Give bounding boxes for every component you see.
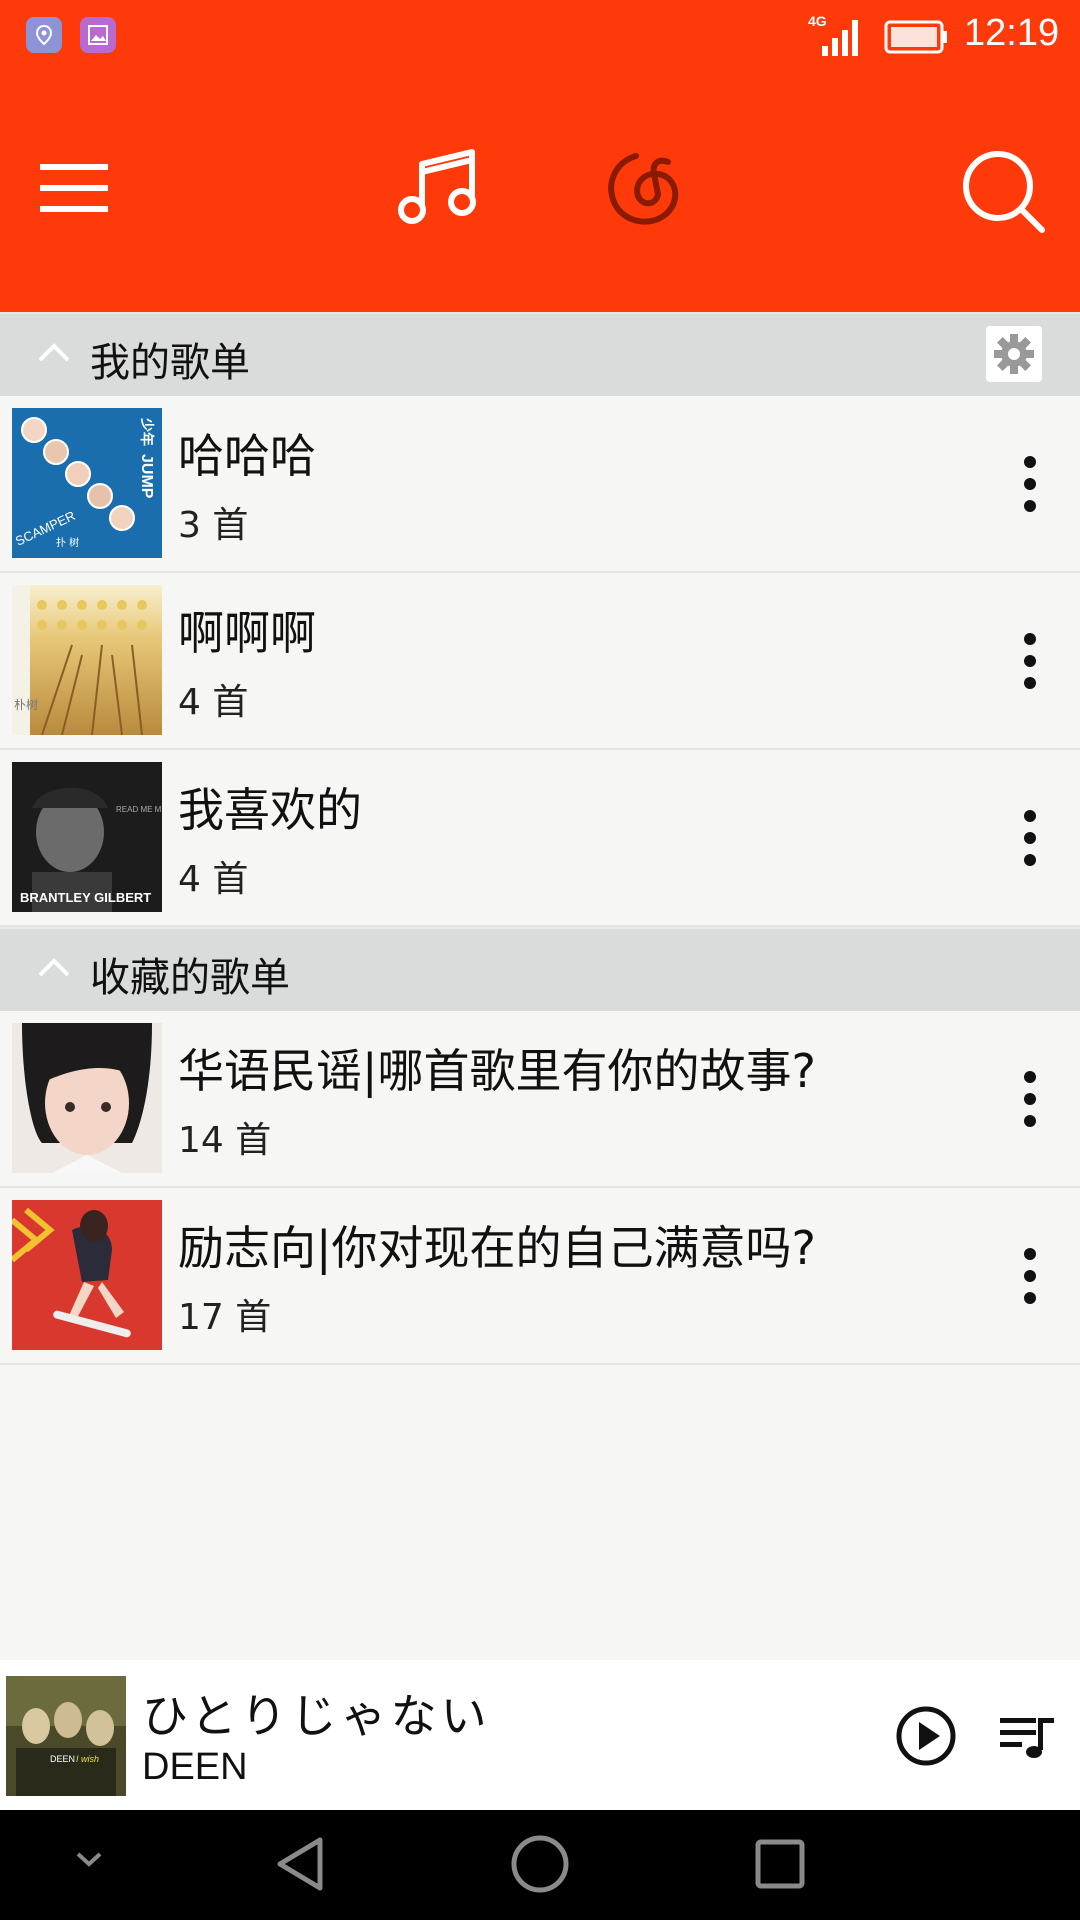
section-title: 我的歌单: [90, 340, 250, 386]
svg-text:I wish: I wish: [76, 1754, 99, 1764]
gallery-app-icon: [80, 17, 116, 53]
status-bar: 4G 12:19: [0, 0, 1080, 72]
location-app-icon: [26, 17, 62, 53]
play-icon: [896, 1706, 956, 1766]
playlist-cover: 少年 JUMP SCAMPER 扑 树: [12, 408, 162, 558]
playlist-cover: [12, 1023, 162, 1173]
recents-icon: [755, 1839, 805, 1889]
svg-text:JUMP: JUMP: [138, 454, 155, 499]
chevron-up-icon: [38, 958, 70, 977]
more-options-button[interactable]: [1014, 798, 1050, 878]
more-options-button[interactable]: [1014, 1236, 1050, 1316]
network-type-label: 4G: [808, 13, 827, 29]
collapse-button[interactable]: [72, 1848, 106, 1876]
now-playing-cover: DEEN I wish: [6, 1676, 126, 1796]
svg-text:少年: 少年: [138, 417, 155, 446]
search-icon: [963, 151, 1045, 233]
section-title: 收藏的歌单: [90, 955, 290, 1001]
now-playing-artist: DEEN: [142, 1746, 248, 1788]
menu-button[interactable]: [28, 148, 124, 228]
menu-icon: [40, 164, 108, 212]
queue-music-icon: [1000, 1718, 1054, 1758]
home-button[interactable]: [510, 1834, 570, 1898]
music-note-icon: [398, 149, 476, 224]
playlist-name: 励志向|你对现在的自己满意吗?: [178, 1221, 816, 1275]
playlist-count: 17 首: [178, 1297, 272, 1338]
svg-text:BRANTLEY GILBERT: BRANTLEY GILBERT: [20, 890, 151, 905]
status-time: 12:19: [964, 12, 1060, 54]
section-header-my-playlists[interactable]: 我的歌单: [0, 312, 1080, 396]
playlist-settings-button[interactable]: [986, 326, 1042, 382]
section-header-collected-playlists[interactable]: 收藏的歌单: [0, 927, 1080, 1011]
playlist-row[interactable]: 朴树 啊啊啊 4 首: [0, 573, 1080, 750]
svg-text:DEEN: DEEN: [50, 1754, 75, 1764]
playlist-name: 哈哈哈: [178, 429, 316, 483]
playlist-count: 14 首: [178, 1120, 272, 1161]
system-navigation-bar: [0, 1810, 1080, 1920]
tab-discover[interactable]: [598, 144, 688, 234]
chevron-up-icon: [38, 343, 70, 362]
play-button[interactable]: [894, 1704, 958, 1768]
playlist-name: 华语民谣|哪首歌里有你的故事?: [178, 1044, 816, 1098]
now-playing-title: ひとりじゃない: [142, 1689, 491, 1743]
chevron-down-icon: [76, 1852, 102, 1867]
playlist-row[interactable]: 励志向|你对现在的自己满意吗? 17 首: [0, 1188, 1080, 1365]
top-app-bar: 4G 12:19: [0, 0, 1080, 312]
playlist-row[interactable]: READ ME MY RIGHTS BRANTLEY GILBERT 我喜欢的 …: [0, 750, 1080, 927]
playlist-count: 4 首: [178, 859, 249, 900]
home-icon: [511, 1835, 569, 1893]
playlist-row[interactable]: 华语民谣|哪首歌里有你的故事? 14 首: [0, 1011, 1080, 1188]
gear-icon: [994, 334, 1034, 374]
back-button[interactable]: [274, 1836, 326, 1896]
playlist-name: 我喜欢的: [178, 783, 362, 837]
playlist-cover: 朴树: [12, 585, 162, 735]
playlist-name: 啊啊啊: [178, 606, 316, 660]
svg-text:READ ME MY RIGHTS: READ ME MY RIGHTS: [116, 805, 162, 814]
playlist-cover: [12, 1200, 162, 1350]
playlist-queue-button[interactable]: [996, 1704, 1060, 1768]
recents-button[interactable]: [754, 1838, 806, 1894]
app-header: [0, 72, 1080, 312]
more-options-button[interactable]: [1014, 444, 1050, 524]
svg-text:扑 树: 扑 树: [56, 536, 79, 549]
signal-icon: 4G: [808, 12, 868, 58]
back-icon: [277, 1837, 323, 1891]
svg-text:朴树: 朴树: [14, 697, 38, 712]
playlist-count: 4 首: [178, 682, 249, 723]
mini-player[interactable]: DEEN I wish ひとりじゃない DEEN: [0, 1660, 1080, 1810]
battery-icon: [884, 20, 950, 54]
netease-logo-icon: [608, 153, 679, 225]
playlist-cover: READ ME MY RIGHTS BRANTLEY GILBERT: [12, 762, 162, 912]
playlist-count: 3 首: [178, 505, 249, 546]
more-options-button[interactable]: [1014, 621, 1050, 701]
tab-my-music[interactable]: [392, 144, 482, 234]
more-options-button[interactable]: [1014, 1059, 1050, 1139]
search-button[interactable]: [958, 146, 1048, 236]
playlist-row[interactable]: 少年 JUMP SCAMPER 扑 树 哈哈哈 3 首: [0, 396, 1080, 573]
